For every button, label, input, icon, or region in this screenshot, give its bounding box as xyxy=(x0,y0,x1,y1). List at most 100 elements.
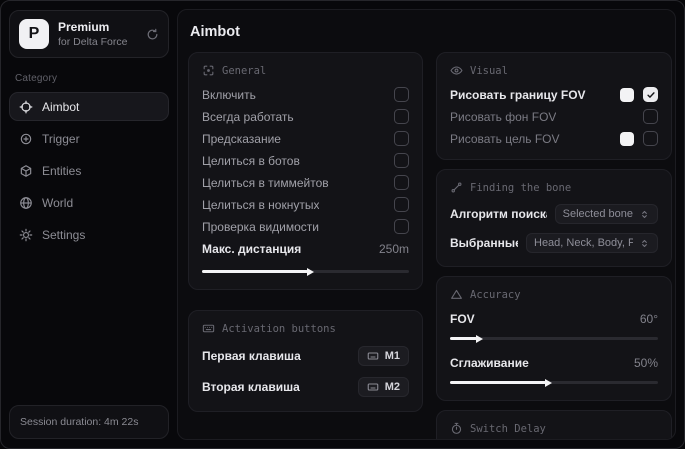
world-icon xyxy=(19,196,33,210)
slider-value: 60° xyxy=(639,311,658,326)
color-swatch[interactable] xyxy=(620,87,634,102)
toggle-row: Целиться в тиммейтов xyxy=(202,175,409,190)
keyboard-icon xyxy=(367,350,379,362)
smoothing-slider[interactable] xyxy=(450,378,658,387)
slider-label: Макс. дистанция xyxy=(202,241,302,256)
toggle-row: Всегда работать xyxy=(202,109,409,124)
slider-value: 50% xyxy=(633,355,658,370)
slider-label: FOV xyxy=(450,311,475,326)
toggle-label: Включить xyxy=(202,87,256,102)
triangle-icon xyxy=(450,288,463,301)
checkbox[interactable] xyxy=(394,219,409,234)
card-title: Visual xyxy=(470,64,508,77)
brand-name: Premium xyxy=(58,20,110,34)
keybind-row: Первая клавиша M1 xyxy=(202,345,409,367)
fov-slider[interactable] xyxy=(450,334,658,343)
eye-icon xyxy=(450,64,463,77)
keybind-value: M1 xyxy=(384,350,400,362)
visual-row: Рисовать цель FOV xyxy=(450,131,658,146)
chevrons-updown-icon xyxy=(639,238,650,249)
sidebar-item-trigger[interactable]: Trigger xyxy=(9,124,169,153)
max-distance-slider[interactable] xyxy=(202,267,409,276)
slider-value: 250m xyxy=(378,241,409,256)
toggle-row: Включить xyxy=(202,87,409,102)
chevrons-updown-icon xyxy=(639,209,650,220)
visual-card: Visual Рисовать границу FOV Рисовать фон… xyxy=(436,52,672,160)
sidebar-item-aimbot[interactable]: Aimbot xyxy=(9,92,169,121)
switch-delay-card: Switch Delay Задержка переключения Задер… xyxy=(436,410,672,439)
checkbox[interactable] xyxy=(394,87,409,102)
checkbox[interactable] xyxy=(394,131,409,146)
sidebar-item-label: Trigger xyxy=(42,131,80,146)
bone-algorithm-dropdown[interactable]: Selected bone xyxy=(554,204,658,224)
toggle-label: Предсказание xyxy=(202,131,281,146)
sidebar-item-label: World xyxy=(42,195,74,210)
card-title: Activation buttons xyxy=(222,322,336,335)
keybind-value: M2 xyxy=(384,381,400,393)
checkbox[interactable] xyxy=(394,175,409,190)
bone-row: Выбранные кости Head, Neck, Body, Pe... xyxy=(450,233,658,253)
accuracy-card-header: Accuracy xyxy=(450,288,658,301)
slider-label-row: FOV 60° xyxy=(450,311,658,326)
toggle-label: Целиться в нокнутых xyxy=(202,197,320,212)
entities-icon xyxy=(19,164,33,178)
checkbox[interactable] xyxy=(394,153,409,168)
visual-row: Рисовать границу FOV xyxy=(450,87,658,102)
color-swatch[interactable] xyxy=(620,131,634,146)
gear-icon xyxy=(19,228,33,242)
refresh-icon[interactable] xyxy=(146,28,159,41)
sidebar-item-label: Aimbot xyxy=(42,99,80,114)
activation-card: Activation buttons Первая клавиша M1 Вто… xyxy=(188,310,423,412)
general-card-header: General xyxy=(202,64,409,77)
checkbox[interactable] xyxy=(394,109,409,124)
timer-icon xyxy=(450,422,463,435)
dropdown-value: Selected bone xyxy=(562,208,633,220)
scan-icon xyxy=(202,64,215,77)
card-title: Switch Delay xyxy=(470,422,546,435)
sidebar-item-settings[interactable]: Settings xyxy=(9,220,169,249)
bone-label: Алгоритм поиска кости xyxy=(450,207,547,221)
brand-subtitle: for Delta Force xyxy=(58,36,128,48)
keybind-label: Первая клавиша xyxy=(202,349,301,363)
sidebar-item-label: Entities xyxy=(42,163,82,178)
page-title: Aimbot xyxy=(190,24,240,40)
toggle-label: Целиться в тиммейтов xyxy=(202,175,329,190)
toggle-row: Целиться в ботов xyxy=(202,153,409,168)
brand-text: Premium for Delta Force xyxy=(58,20,137,48)
general-card: General Включить Всегда работать Предска… xyxy=(188,52,423,290)
sidebar-item-label: Settings xyxy=(42,227,86,242)
crosshair-icon xyxy=(19,100,33,114)
switch-delay-card-header: Switch Delay xyxy=(450,422,658,435)
selected-bones-dropdown[interactable]: Head, Neck, Body, Pe... xyxy=(526,233,658,253)
card-title: Accuracy xyxy=(470,288,521,301)
checkbox-checked[interactable] xyxy=(643,87,658,102)
slider-fill xyxy=(450,337,478,340)
visual-label: Рисовать фон FOV xyxy=(450,109,557,124)
toggle-row: Целиться в нокнутых xyxy=(202,197,409,212)
bone-row: Алгоритм поиска кости Selected bone xyxy=(450,204,658,224)
checkbox[interactable] xyxy=(643,131,658,146)
checkbox[interactable] xyxy=(394,197,409,212)
keyboard-icon xyxy=(202,322,215,335)
visual-label: Рисовать границу FOV xyxy=(450,87,586,102)
keybind-button-m1[interactable]: M1 xyxy=(357,346,409,366)
sidebar-item-entities[interactable]: Entities xyxy=(9,156,169,185)
activation-card-header: Activation buttons xyxy=(202,322,409,335)
slider-label-row: Макс. дистанция 250m xyxy=(202,241,409,256)
trigger-icon xyxy=(19,132,33,146)
toggle-label: Целиться в ботов xyxy=(202,153,300,168)
visual-label: Рисовать цель FOV xyxy=(450,131,560,146)
keyboard-icon xyxy=(367,381,379,393)
card-title: General xyxy=(222,64,267,77)
dropdown-value: Head, Neck, Body, Pe... xyxy=(534,237,633,249)
bone-card: Finding the bone Алгоритм поиска кости S… xyxy=(436,169,672,267)
checkbox[interactable] xyxy=(643,109,658,124)
keybind-label: Вторая клавиша xyxy=(202,380,300,394)
sidebar-nav: Aimbot Trigger Entities World Settings xyxy=(9,92,169,249)
bone-card-header: Finding the bone xyxy=(450,181,658,194)
sidebar: P Premium for Delta Force Category Aimbo… xyxy=(1,1,177,448)
toggle-label: Проверка видимости xyxy=(202,219,319,234)
slider-label-row: Сглаживание 50% xyxy=(450,355,658,370)
keybind-button-m2[interactable]: M2 xyxy=(357,377,409,397)
sidebar-item-world[interactable]: World xyxy=(9,188,169,217)
